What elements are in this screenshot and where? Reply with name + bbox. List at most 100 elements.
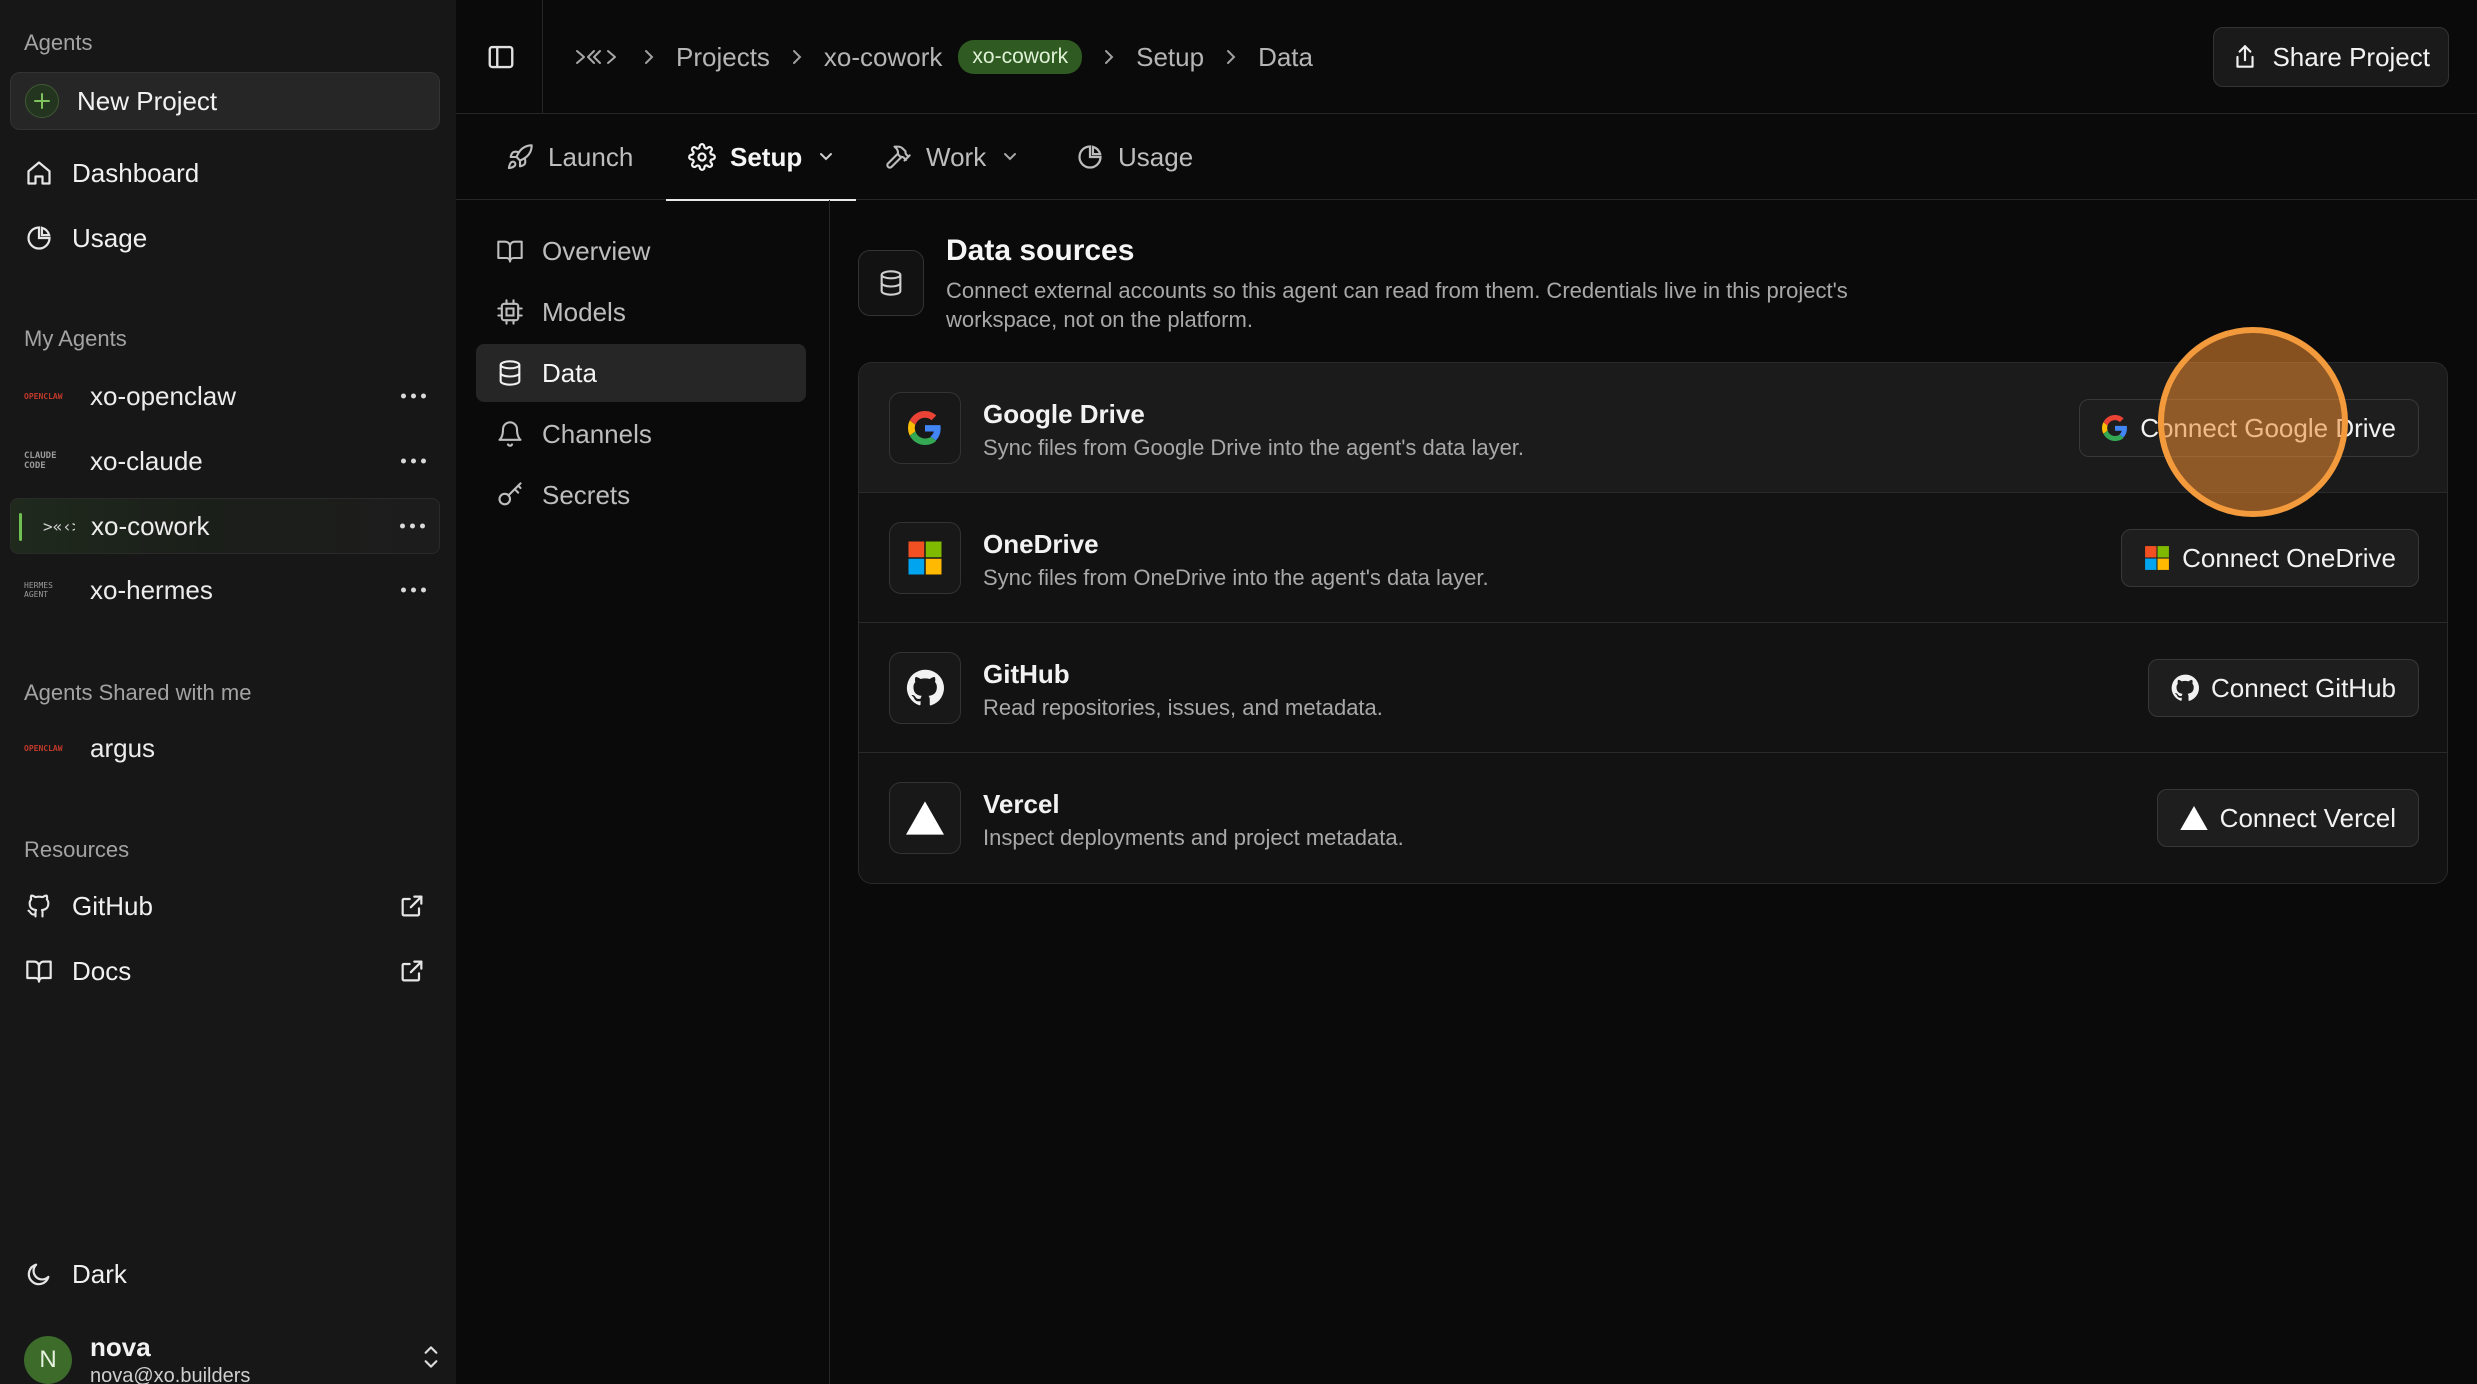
tab-work[interactable]: Work xyxy=(884,114,1018,200)
resource-label: GitHub xyxy=(72,890,153,921)
theme-label: Dark xyxy=(72,1258,127,1289)
agent-item-xo-openclaw[interactable]: OPENCLAW xo-openclaw xyxy=(10,368,440,424)
new-project-label: New Project xyxy=(77,85,218,116)
avatar: N xyxy=(24,1336,72,1384)
source-description: Sync files from OneDrive into the agent'… xyxy=(983,565,1489,590)
theme-toggle[interactable]: Dark xyxy=(24,1254,127,1294)
github-icon xyxy=(2171,674,2199,702)
new-project-button[interactable]: New Project xyxy=(10,72,440,130)
home-logo-icon[interactable] xyxy=(574,45,622,69)
subnav-label: Overview xyxy=(542,235,651,266)
subnav-item-overview[interactable]: Overview xyxy=(476,222,806,280)
tab-launch[interactable]: Launch xyxy=(506,114,633,200)
agent-name: argus xyxy=(90,732,156,763)
github-icon xyxy=(889,652,961,724)
source-description: Inspect deployments and project metadata… xyxy=(983,825,1404,850)
home-icon xyxy=(24,158,54,188)
source-description: Sync files from Google Drive into the ag… xyxy=(983,435,1525,460)
breadcrumb-projects[interactable]: Projects xyxy=(676,42,770,73)
chevron-down-icon xyxy=(818,151,834,163)
agent-name: xo-cowork xyxy=(91,510,210,541)
subnav-item-channels[interactable]: Channels xyxy=(476,405,806,463)
more-options-icon[interactable] xyxy=(400,523,425,529)
plus-icon xyxy=(25,84,59,118)
more-options-icon[interactable] xyxy=(401,393,426,399)
button-label: Connect OneDrive xyxy=(2182,542,2396,573)
subnav-label: Models xyxy=(542,296,626,327)
resource-label: Docs xyxy=(72,955,132,986)
page-description: Connect external accounts so this agent … xyxy=(946,278,1848,332)
active-indicator xyxy=(19,513,22,541)
chevron-right-icon xyxy=(1102,47,1116,67)
user-name: nova xyxy=(90,1332,151,1362)
vercel-triangle-icon xyxy=(889,782,961,854)
sidebar-toggle-icon[interactable] xyxy=(486,42,516,72)
subnav-item-secrets[interactable]: Secrets xyxy=(476,466,806,524)
list-item: GitHub Read repositories, issues, and me… xyxy=(859,623,2447,753)
chevron-right-icon xyxy=(642,47,656,67)
breadcrumb: Projects xo-cowork xo-cowork Setup Data xyxy=(574,36,1313,78)
openclaw-logo: OPENCLAW xyxy=(24,743,63,753)
subnav-label: Channels xyxy=(542,418,652,449)
breadcrumb-setup[interactable]: Setup xyxy=(1136,42,1204,73)
chevron-right-icon xyxy=(790,47,804,67)
microsoft-icon xyxy=(889,522,961,594)
resource-github-link[interactable]: GitHub xyxy=(24,886,424,926)
chevron-up-down-icon xyxy=(418,1342,444,1372)
tab-label: Work xyxy=(926,141,987,172)
sidebar-item-label: Usage xyxy=(72,222,148,253)
database-icon xyxy=(858,250,924,316)
source-name: GitHub xyxy=(983,659,1070,689)
setup-subnav: Overview Models Data Channels Secrets xyxy=(456,200,830,1384)
page-title: Data sources xyxy=(946,234,1135,267)
more-options-icon[interactable] xyxy=(401,458,426,464)
external-link-icon[interactable] xyxy=(398,957,426,985)
agent-name: xo-claude xyxy=(90,445,203,476)
tab-label: Setup xyxy=(730,141,803,172)
agent-item-xo-cowork[interactable]: >«‹> xo-cowork xyxy=(10,498,440,554)
resource-docs-link[interactable]: Docs xyxy=(24,951,424,991)
connect-vercel-button[interactable]: Connect Vercel xyxy=(2156,789,2419,847)
xo-cowork-logo: >«‹> xyxy=(43,516,75,536)
chevron-right-icon xyxy=(1224,47,1238,67)
shared-agents-section-title: Agents Shared with me xyxy=(24,680,252,705)
tab-setup[interactable]: Setup xyxy=(666,114,857,201)
subnav-item-models[interactable]: Models xyxy=(476,283,806,341)
tab-usage[interactable]: Usage xyxy=(1076,114,1193,200)
chevron-down-icon xyxy=(1002,151,1018,163)
agent-name: xo-hermes xyxy=(90,574,213,605)
claude-code-logo: CLAUDE CODE xyxy=(24,451,57,471)
connect-onedrive-button[interactable]: Connect OneDrive xyxy=(2121,529,2419,587)
subnav-label: Secrets xyxy=(542,479,631,510)
project-badge: xo-cowork xyxy=(958,40,1083,74)
agents-section-title: Agents xyxy=(24,30,93,55)
sidebar-item-usage[interactable]: Usage xyxy=(24,218,147,258)
button-label: Connect Vercel xyxy=(2219,802,2396,833)
top-bar: Projects xo-cowork xo-cowork Setup Data … xyxy=(456,0,2477,114)
google-icon xyxy=(889,392,961,464)
connect-google-drive-button[interactable]: Connect Google Drive xyxy=(2079,399,2419,457)
agent-name: xo-openclaw xyxy=(90,380,236,411)
more-options-icon[interactable] xyxy=(401,587,426,593)
main-tabs: Launch Setup Work Usage xyxy=(456,114,2477,201)
resources-section-title: Resources xyxy=(24,837,130,862)
connect-github-button[interactable]: Connect GitHub xyxy=(2148,659,2419,717)
source-description: Read repositories, issues, and metadata. xyxy=(983,695,1383,720)
book-icon xyxy=(496,237,524,265)
sidebar-item-label: Dashboard xyxy=(72,157,200,188)
user-menu[interactable]: N nova nova@xo.builders xyxy=(24,1330,444,1384)
sidebar-item-dashboard[interactable]: Dashboard xyxy=(24,153,199,193)
source-name: OneDrive xyxy=(983,529,1099,559)
list-item: Google Drive Sync files from Google Driv… xyxy=(859,363,2447,493)
share-project-button[interactable]: Share Project xyxy=(2213,27,2449,87)
agent-item-xo-claude[interactable]: CLAUDE CODE xo-claude xyxy=(10,433,440,489)
key-icon xyxy=(496,481,524,509)
agent-item-xo-hermes[interactable]: HERMES AGENT xo-hermes xyxy=(10,562,440,618)
button-label: Connect GitHub xyxy=(2211,672,2396,703)
external-link-icon[interactable] xyxy=(398,892,426,920)
tab-label: Usage xyxy=(1118,141,1194,172)
subnav-item-data[interactable]: Data xyxy=(476,344,806,402)
breadcrumb-project[interactable]: xo-cowork xyxy=(824,42,942,73)
list-item: Vercel Inspect deployments and project m… xyxy=(859,753,2447,883)
agent-item-argus[interactable]: OPENCLAW argus xyxy=(10,720,440,776)
